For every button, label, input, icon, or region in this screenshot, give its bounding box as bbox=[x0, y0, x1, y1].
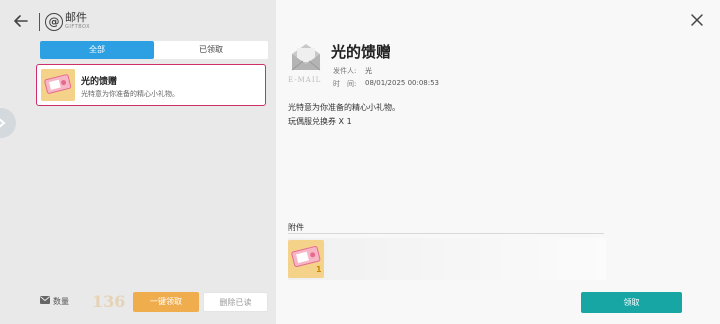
sender-value: 光 bbox=[365, 67, 372, 75]
chevron-right-icon bbox=[0, 118, 6, 128]
time-value: 08/01/2025 00:08:53 bbox=[365, 79, 440, 87]
mail-body-line: 光特意为你准备的精心小礼物。 bbox=[288, 103, 400, 112]
mail-tabs: 全部 已领取 bbox=[40, 41, 268, 59]
claim-button[interactable]: 领取 bbox=[581, 292, 682, 313]
mail-body-line: 玩偶服兑换券 X 1 bbox=[288, 117, 352, 126]
mail-item-preview: 光特意为你准备的精心小礼物。 bbox=[81, 90, 179, 98]
page-title-block: 邮件 GIFTBOX bbox=[65, 11, 91, 31]
header-divider bbox=[39, 13, 40, 31]
mail-icon bbox=[40, 296, 50, 304]
attachments-label: 附件 bbox=[288, 223, 304, 232]
envelope-icon bbox=[291, 44, 321, 71]
mail-list-item[interactable]: 光的馈赠 光特意为你准备的精心小礼物。 bbox=[36, 64, 266, 106]
tab-claimed[interactable]: 已领取 bbox=[154, 41, 268, 59]
arrow-left-icon[interactable] bbox=[12, 12, 30, 30]
attachment-quantity: 1 bbox=[316, 265, 322, 274]
mail-count-label: 数量 bbox=[53, 297, 69, 306]
delete-read-button[interactable]: 删除已读 bbox=[203, 292, 268, 312]
mail-count-value: 136 50 bbox=[92, 292, 132, 311]
mail-item-title: 光的馈赠 bbox=[81, 77, 118, 87]
mail-detail-title: 光的馈赠 bbox=[331, 43, 392, 61]
email-watermark-label: E-MAIL bbox=[288, 76, 322, 84]
attachments-divider bbox=[288, 233, 604, 234]
at-sign-icon: @ bbox=[45, 13, 63, 31]
sender-label: 发件人: bbox=[333, 67, 357, 75]
tab-all[interactable]: 全部 bbox=[40, 41, 154, 59]
claim-all-button[interactable]: 一键领取 bbox=[133, 292, 199, 312]
page-title: 邮件 bbox=[65, 11, 87, 24]
time-label: 时 间: bbox=[333, 80, 357, 88]
gift-ticket-icon bbox=[41, 69, 75, 101]
attachments-strip bbox=[288, 238, 606, 280]
page-subtitle: GIFTBOX bbox=[65, 24, 91, 30]
close-icon[interactable] bbox=[690, 13, 704, 27]
